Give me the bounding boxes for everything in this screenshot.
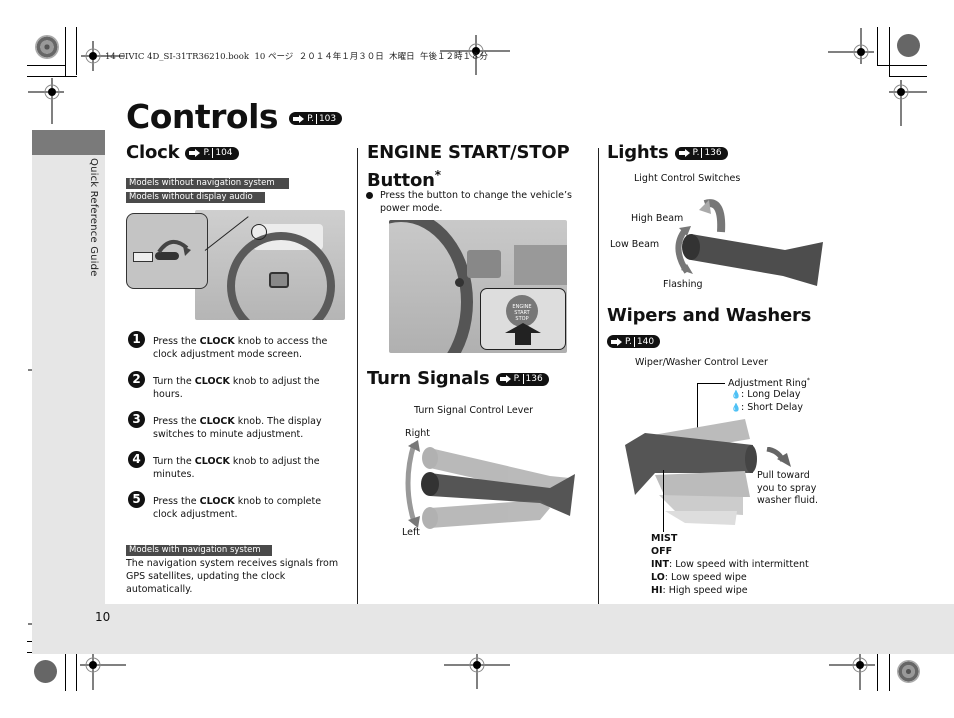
turn-signal-lever-illustration (405, 440, 575, 529)
light-control-lever-illustration (675, 199, 823, 286)
arrow-right-icon (611, 337, 623, 346)
wipers-page-reference[interactable]: P. 140 (607, 335, 661, 348)
turn-signals-caption: Turn Signal Control Lever (414, 405, 534, 416)
registration-mark-icon (889, 80, 927, 126)
step-number: 3 (128, 411, 145, 428)
clock-knob-illustration (195, 210, 345, 320)
wiper-modes: MIST OFF INT: Low speed with intermitten… (651, 533, 809, 596)
pull-toward-text: Pull toward you to spray washer fluid. (757, 470, 819, 506)
adjustment-ring-label: Adjustment Ring* (728, 377, 810, 390)
arrow-right-icon (678, 149, 691, 157)
callout-circle (251, 224, 267, 240)
lights-page-reference[interactable]: P. 136 (674, 146, 728, 160)
turn-signals-page-reference[interactable]: P. 136 (495, 372, 549, 386)
model-tag: Models with navigation system (126, 545, 272, 556)
clock-step: 1 Press the CLOCK knob to access the clo… (128, 331, 343, 361)
registration-mark-icon (828, 28, 874, 64)
lights-heading: Lights P. 136 (607, 142, 728, 163)
push-arrow-icon (133, 252, 153, 262)
page-number: 10 (95, 610, 111, 624)
bullet-icon (366, 192, 373, 199)
short-delay-icon: 💧 (731, 403, 741, 412)
honda-logo-icon (269, 272, 289, 288)
page-title: Controls P. 103 (126, 97, 343, 136)
step-number: 4 (128, 451, 145, 468)
clock-steps: 1 Press the CLOCK knob to access the clo… (128, 331, 343, 521)
arrow-right-icon (293, 114, 305, 123)
clock-step: 2 Turn the CLOCK knob to adjust the hour… (128, 371, 343, 401)
display-screen (514, 245, 567, 285)
print-header: 14 CIVIC 4D_SI-31TR36210.book 10 ページ ２０１… (105, 52, 489, 62)
color-target-icon (897, 660, 920, 683)
turn-signals-heading: Turn Signals P. 136 (367, 368, 549, 389)
side-tab-label: Quick Reference Guide (88, 158, 99, 277)
air-vent (467, 250, 501, 278)
clock-page-reference[interactable]: P. 104 (185, 146, 239, 160)
model-tag: Models without display audio (126, 192, 265, 203)
engine-button-location (455, 278, 464, 287)
engine-button-closeup: ENGINE START STOP (480, 288, 566, 350)
short-delay-label: 💧: Short Delay (731, 402, 803, 413)
clock-step: 5 Press the CLOCK knob to complete clock… (128, 491, 343, 521)
arrow-right-icon (499, 375, 512, 383)
model-tag: Models without navigation system (126, 178, 289, 189)
registration-mark-icon (444, 653, 510, 689)
leader-line (697, 383, 725, 384)
rotate-arrow-icon (157, 240, 191, 256)
long-delay-label: 💧: Long Delay (731, 389, 801, 400)
column-divider (357, 148, 358, 604)
arrow-right-icon (189, 149, 201, 157)
low-beam-label: Low Beam (610, 239, 660, 250)
push-arrow-icon (505, 323, 541, 345)
nav-clock-text: The navigation system receives signals f… (126, 558, 339, 595)
registration-mark-icon (80, 652, 126, 690)
color-target-icon (35, 35, 59, 59)
lights-caption: Light Control Switches (634, 173, 741, 184)
clock-step: 4 Turn the CLOCK knob to adjust the minu… (128, 451, 343, 481)
step-number: 2 (128, 371, 145, 388)
pull-arrow-icon (766, 447, 791, 467)
clock-heading: Clock P. 104 (126, 142, 239, 163)
wipers-heading-ref: P. 140 (607, 331, 661, 350)
side-tab (32, 130, 105, 155)
leader-line (663, 470, 664, 532)
color-target-icon (897, 34, 920, 57)
registration-mark-icon (829, 652, 875, 690)
wipers-caption: Wiper/Washer Control Lever (635, 357, 768, 368)
color-target-icon (34, 660, 57, 683)
step-number: 5 (128, 491, 145, 508)
wipers-heading: Wipers and Washers (607, 305, 812, 326)
wiper-lever-illustration (625, 419, 757, 525)
engine-button-heading: ENGINE START/STOP Button* (367, 142, 570, 191)
step-number: 1 (128, 331, 145, 348)
clock-step: 3 Press the CLOCK knob. The display swit… (128, 411, 343, 441)
long-delay-icon: 💧 (731, 390, 741, 399)
page-reference-link[interactable]: P. 103 (289, 112, 343, 125)
column-divider (598, 148, 599, 604)
clock-knob-closeup (126, 213, 208, 289)
engine-bullet: Press the button to change the vehicle’s… (366, 189, 591, 215)
registration-mark-icon (28, 78, 64, 124)
